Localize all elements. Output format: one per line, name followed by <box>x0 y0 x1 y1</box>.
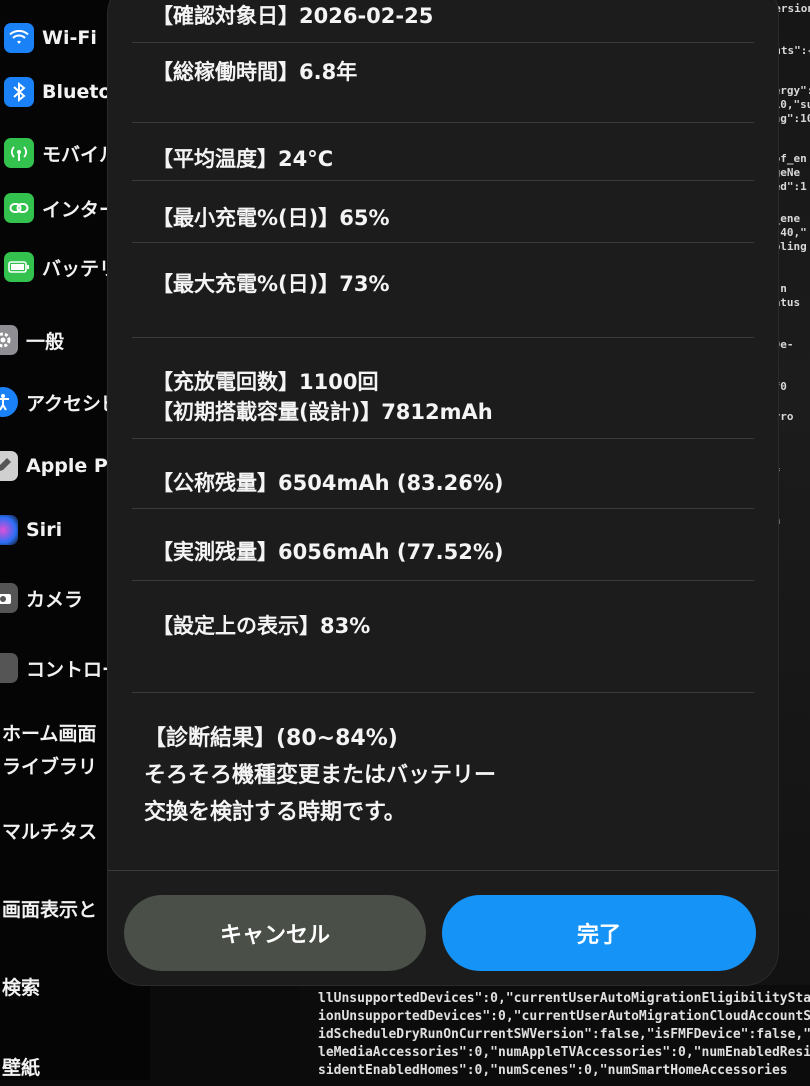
sidebar-item-siri[interactable]: Siri <box>0 510 62 550</box>
json-line: ionUnsupportedDevices":0,"currentUserAut… <box>318 1009 810 1024</box>
wifi-icon <box>4 23 34 53</box>
sidebar-item-search[interactable]: 検索 <box>0 966 40 1006</box>
sidebar-item-label: Siri <box>26 519 63 541</box>
gear-icon <box>0 325 18 355</box>
divider <box>132 508 754 509</box>
background-json-bottom: llUnsupportedDevices":0,"currentUserAuto… <box>300 985 810 1080</box>
diagnosis-block: 【診断結果】(80~84%) そろそろ機種変更またはバッテリー 交換を検討する時… <box>144 720 496 831</box>
sidebar-item-wallpaper[interactable]: 壁紙 <box>0 1046 40 1086</box>
sidebar-item-label: 一般 <box>26 330 65 353</box>
sidebar-item-display[interactable]: 画面表示と <box>0 888 97 928</box>
min-charge-row: 【最小充電%(日)】65% <box>152 206 390 230</box>
sidebar-item-general[interactable]: 一般 <box>0 320 64 360</box>
json-line: sidentEnabledHomes":0,"numScenes":0,"num… <box>318 1063 788 1078</box>
measured-capacity-row: 【実測残量】6056mAh (77.52%) <box>152 540 504 564</box>
diagnosis-title: 【診断結果】(80~84%) <box>144 726 398 751</box>
done-button[interactable]: 完了 <box>442 895 756 971</box>
json-line: llUnsupportedDevices":0,"currentUserAuto… <box>318 991 810 1006</box>
sidebar-item-camera[interactable]: カメラ <box>0 578 83 618</box>
settings-display-row: 【設定上の表示】83% <box>152 614 371 638</box>
cancel-button[interactable]: キャンセル <box>124 895 426 971</box>
sidebar-item-label: ホーム画面 <box>2 722 97 745</box>
divider <box>132 122 754 123</box>
divider <box>132 580 754 581</box>
siri-icon <box>0 515 18 545</box>
antenna-icon <box>4 138 34 168</box>
divider <box>132 692 754 693</box>
json-line: leMediaAccessories":0,"numAppleTVAccesso… <box>318 1045 810 1060</box>
json-line: idScheduleDryRunOnCurrentSWVersion":fals… <box>318 1027 810 1042</box>
battery-icon <box>4 252 34 282</box>
nominal-capacity-row: 【公称残量】6504mAh (83.26%) <box>152 471 504 495</box>
camera-icon <box>0 583 18 613</box>
pencil-icon <box>0 451 18 481</box>
sidebar-item-accessibility[interactable]: アクセシビ <box>0 382 120 422</box>
divider <box>132 337 754 338</box>
sidebar-item-label: 壁紙 <box>2 1056 41 1079</box>
sidebar-item-wifi[interactable]: Wi-Fi <box>0 18 97 58</box>
sidebar-item-label: ライブラリ <box>2 755 98 778</box>
bluetooth-icon <box>4 77 34 107</box>
max-charge-row: 【最大充電%(日)】73% <box>152 272 390 296</box>
sidebar-item-label: コントロー <box>26 658 122 681</box>
sidebar-item-multitasking[interactable]: マルチタス <box>0 810 97 850</box>
cycle-count-row: 【充放電回数】1100回 <box>152 370 379 394</box>
total-uptime-row: 【総稼働時間】6.8年 <box>152 60 358 84</box>
sidebar-item-label: Wi-Fi <box>42 27 97 49</box>
divider <box>132 438 754 439</box>
diagnosis-line: そろそろ機種変更またはバッテリー <box>144 763 497 788</box>
sidebar-item-label: 検索 <box>2 976 41 999</box>
divider <box>132 180 754 181</box>
link-icon <box>4 193 34 223</box>
accessibility-icon <box>0 387 18 417</box>
sidebar-item-label: カメラ <box>26 588 84 611</box>
sidebar-item-control-center[interactable]: コントロー <box>0 648 121 688</box>
design-capacity-row: 【初期搭載容量(設計)】7812mAh <box>152 400 493 424</box>
control-icon <box>0 653 18 683</box>
sidebar-item-library[interactable]: ライブラリ <box>0 745 97 785</box>
battery-report-sheet: 【確認対象日】2026-02-25 【総稼働時間】6.8年 【平均温度】24°C… <box>108 0 778 985</box>
divider <box>108 870 778 871</box>
divider <box>132 242 754 243</box>
check-date-row: 【確認対象日】2026-02-25 <box>152 4 434 28</box>
sidebar-item-label: アクセシビ <box>26 392 121 415</box>
sidebar-item-label: 画面表示と <box>2 898 98 921</box>
average-temperature-row: 【平均温度】24°C <box>152 147 334 171</box>
diagnosis-line: 交換を検討する時期です。 <box>144 800 406 825</box>
divider <box>132 42 754 43</box>
sidebar-item-label: マルチタス <box>2 820 98 843</box>
